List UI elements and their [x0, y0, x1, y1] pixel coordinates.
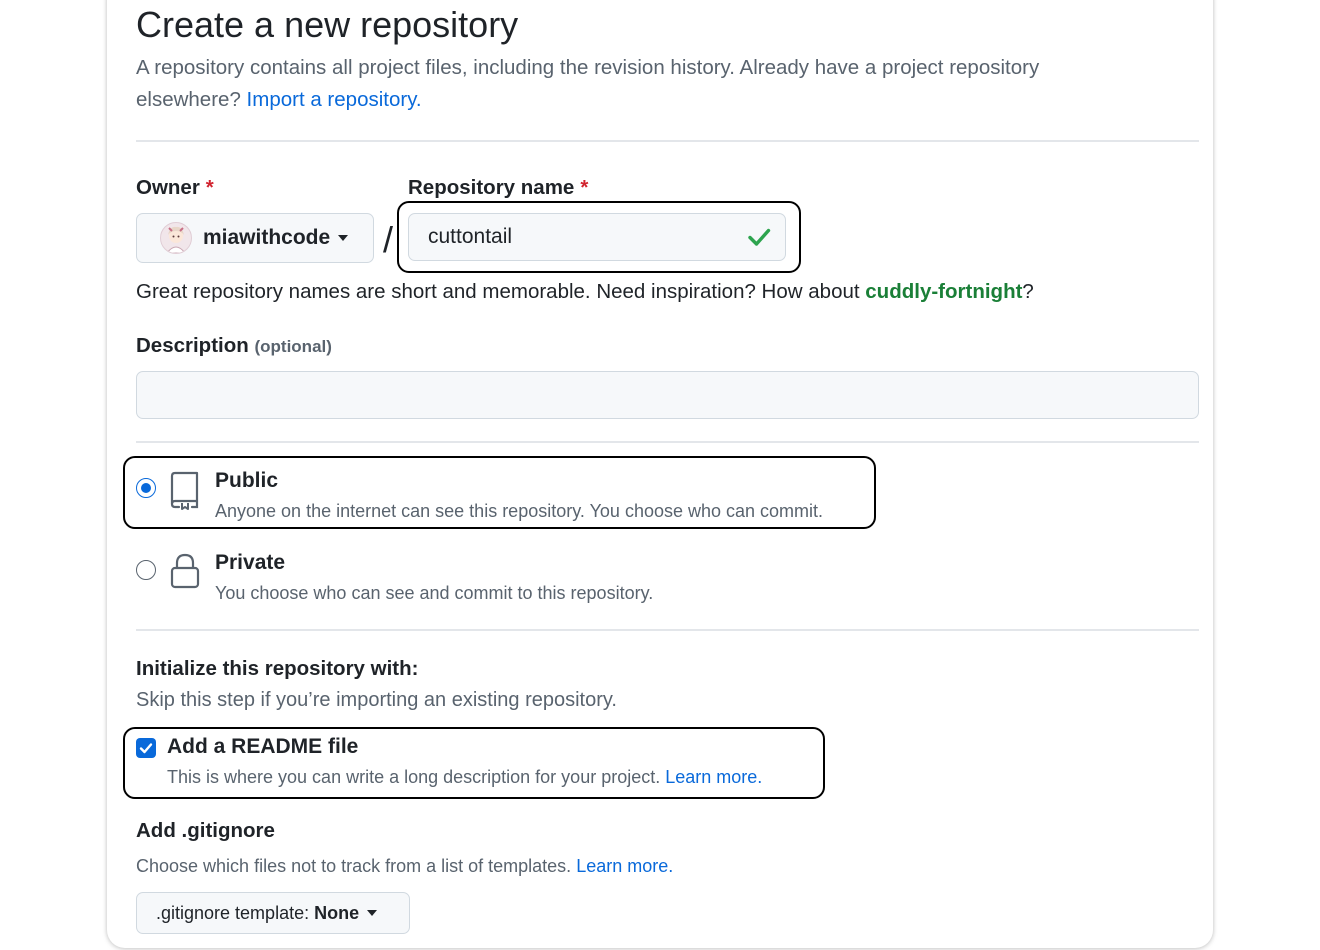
gitignore-select-label: .gitignore template: None: [156, 902, 360, 923]
repo-icon: [168, 470, 200, 515]
page-subtitle: A repository contains all project files,…: [136, 52, 1136, 116]
public-description: Anyone on the internet can see this repo…: [215, 501, 824, 521]
description-input[interactable]: [136, 371, 1199, 419]
readme-description: This is where you can write a long descr…: [167, 767, 763, 787]
gitignore-learn-more-link[interactable]: Learn more.: [576, 856, 673, 876]
checkmark-icon: [139, 743, 153, 754]
init-heading: Initialize this repository with:: [136, 657, 419, 680]
optional-tag: (optional): [254, 337, 332, 356]
owner-select[interactable]: miawithcode: [136, 213, 374, 263]
readme-checkbox[interactable]: [136, 738, 156, 758]
init-subheading: Skip this step if you’re importing an ex…: [136, 689, 617, 711]
gitignore-heading: Add .gitignore: [136, 819, 275, 842]
gitignore-template-select[interactable]: .gitignore template: None: [136, 892, 410, 934]
private-description: You choose who can see and commit to thi…: [215, 583, 654, 603]
public-title: Public: [215, 469, 279, 492]
divider: [136, 140, 1199, 142]
divider: [136, 629, 1199, 631]
name-suggestion-link[interactable]: cuddly-fortnight: [865, 280, 1022, 303]
repo-name-value: cuttontail: [428, 225, 513, 248]
private-title: Private: [215, 551, 286, 574]
check-icon: [747, 225, 771, 249]
owner-value: miawithcode: [203, 226, 331, 249]
chevron-down-icon: [338, 235, 349, 241]
required-mark: *: [205, 176, 214, 199]
divider: [136, 441, 1199, 443]
gitignore-description: Choose which files not to track from a l…: [136, 856, 674, 876]
lock-icon: [170, 553, 200, 594]
import-repository-link[interactable]: Import a repository.: [247, 88, 422, 111]
public-radio[interactable]: [136, 478, 156, 498]
repo-name-input[interactable]: cuttontail: [408, 213, 786, 261]
name-hint: Great repository names are short and mem…: [136, 280, 1034, 303]
private-radio[interactable]: [136, 560, 156, 580]
required-mark: *: [580, 176, 589, 199]
readme-title: Add a README file: [167, 735, 359, 758]
owner-repo-separator: /: [383, 219, 394, 260]
owner-label: Owner *: [136, 176, 214, 199]
avatar: [160, 222, 192, 254]
readme-learn-more-link[interactable]: Learn more.: [665, 767, 762, 787]
page-title: Create a new repository: [136, 4, 519, 45]
repo-name-label: Repository name *: [408, 176, 589, 199]
chevron-down-icon: [367, 910, 378, 916]
description-label: Description (optional): [136, 334, 332, 357]
